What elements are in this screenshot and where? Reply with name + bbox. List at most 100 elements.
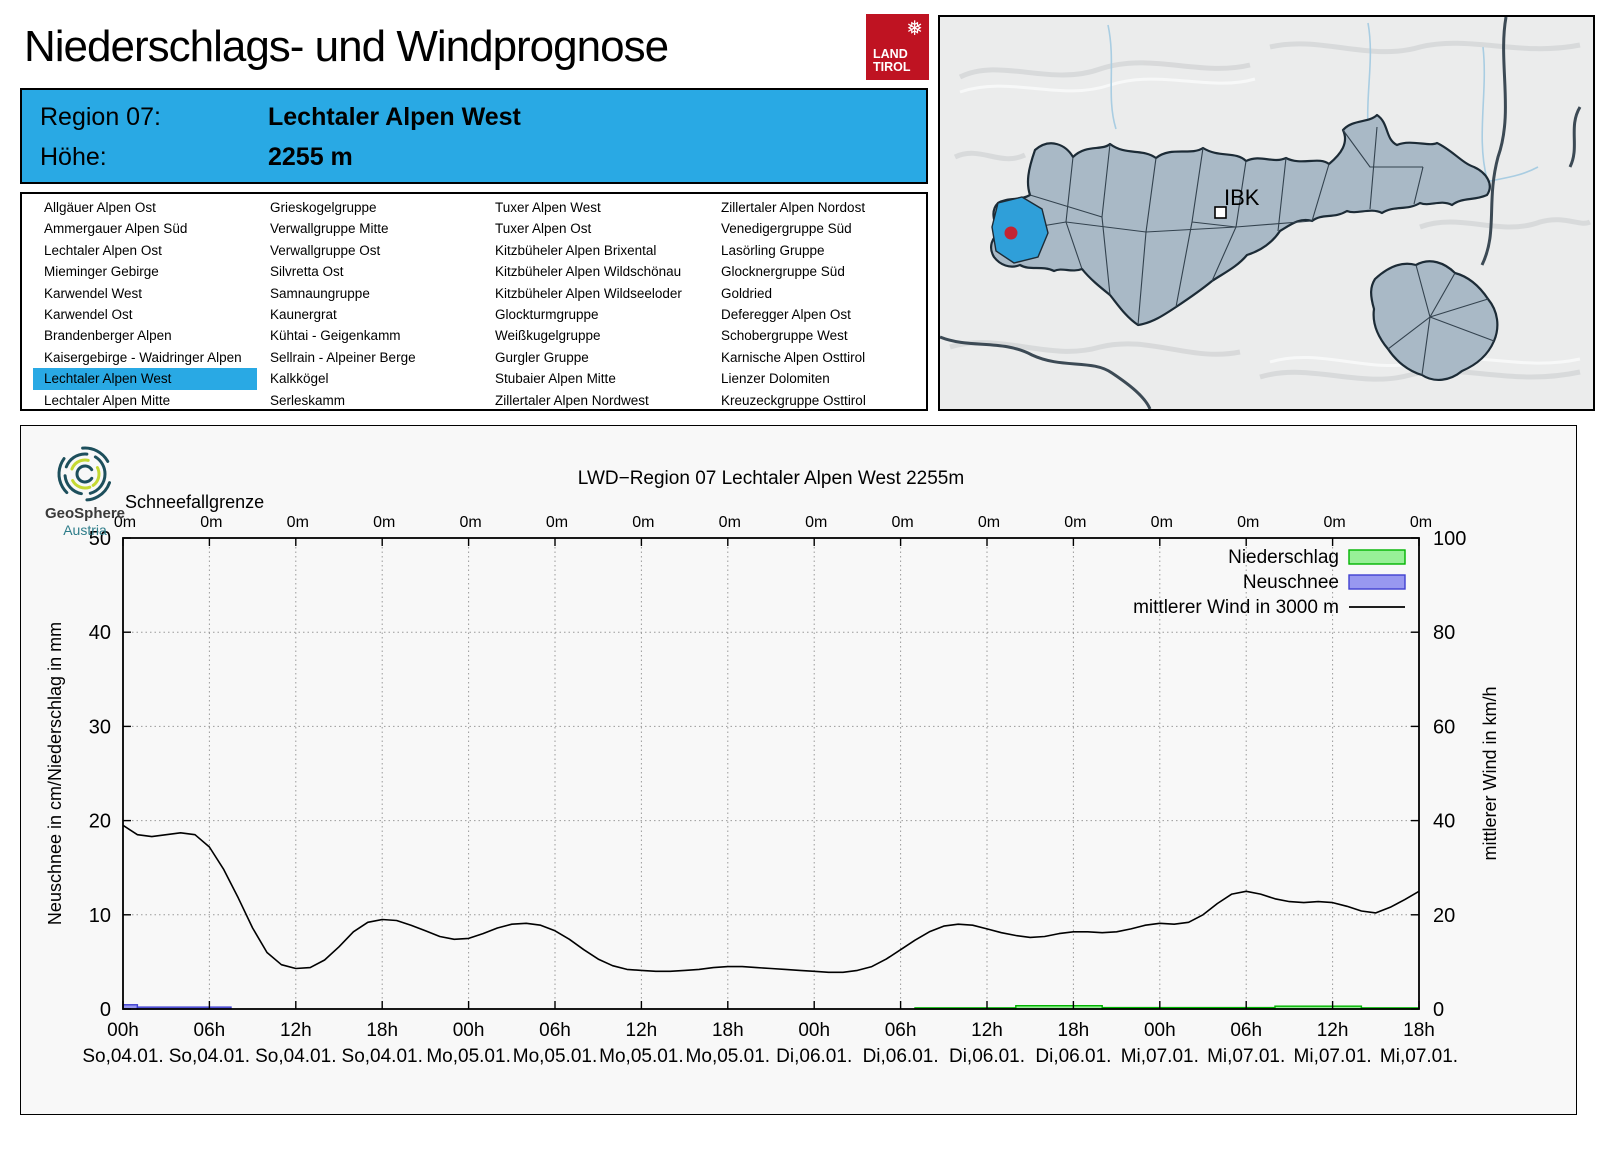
region-list-item[interactable]: Samnaungruppe — [259, 283, 483, 304]
x-date-label: Mo,05.01. — [599, 1046, 684, 1067]
region-list-item[interactable]: Allgäuer Alpen Ost — [33, 197, 257, 218]
snowline-tick-label: 0m — [373, 514, 395, 531]
region-list-item[interactable]: Kalkkögel — [259, 368, 483, 389]
altitude-label: Höhe: — [40, 143, 107, 171]
region-list-item[interactable]: Lienzer Dolomiten — [710, 368, 934, 389]
legend-swatch-niederschlag — [1348, 549, 1406, 565]
altitude-row: Höhe: 2255 m — [40, 143, 900, 172]
region-list-item[interactable]: Brandenberger Alpen — [33, 325, 257, 346]
snowline-tick-label: 0m — [287, 514, 309, 531]
region-list-item[interactable]: Tuxer Alpen West — [484, 197, 708, 218]
x-hour-label: 06h — [194, 1020, 226, 1041]
y-right-tick-label: 0 — [1433, 999, 1444, 1021]
region-list-column: Grieskogelgruppe Verwallgruppe Mitte Verwa… — [259, 197, 483, 411]
region-list-item-selected[interactable]: Lechtaler Alpen West — [33, 368, 257, 390]
region-list-item[interactable]: Karwendel West — [33, 283, 257, 304]
region-list-item[interactable]: Verwallgruppe Ost — [259, 240, 483, 261]
region-list-item[interactable]: Kaisergebirge - Waidringer Alpen — [33, 347, 257, 368]
x-date-label: Mo,05.01. — [426, 1046, 511, 1067]
land-tirol-logo-text: LAND TIROL — [873, 47, 911, 74]
snowline-tick-label: 0m — [805, 514, 827, 531]
snowline-tick-label: 0m — [891, 514, 913, 531]
y-right-tick-label: 20 — [1433, 905, 1455, 927]
forecast-chart: LWD−Region 07 Lechtaler Alpen West 2255m… — [45, 446, 1500, 1067]
chart-title: LWD−Region 07 Lechtaler Alpen West 2255m — [578, 468, 964, 489]
x-hour-label: 06h — [1230, 1020, 1262, 1041]
region-name: Lechtaler Alpen West — [268, 103, 521, 131]
region-list-item[interactable]: Verwallgruppe Mitte — [259, 218, 483, 239]
region-list-item[interactable]: Ammergauer Alpen Süd — [33, 218, 257, 239]
legend-swatch-neuschnee — [1348, 574, 1406, 590]
region-list-item[interactable]: Zillertaler Alpen Nordwest — [484, 390, 708, 411]
region-list-item[interactable]: Serleskamm — [259, 390, 483, 411]
region-list-item[interactable]: Schobergruppe West — [710, 325, 934, 346]
region-list-item[interactable]: Kitzbüheler Alpen Wildseeloder — [484, 283, 708, 304]
chart-legend: Niederschlag Neuschnee mittlerer Wind in 3… — [1133, 547, 1406, 618]
y-right-tick-label: 60 — [1433, 716, 1455, 738]
y-left-tick-label: 30 — [89, 716, 111, 738]
x-hour-label: 18h — [712, 1020, 744, 1041]
x-hour-label: 00h — [453, 1020, 485, 1041]
x-hour-label: 06h — [885, 1020, 917, 1041]
map-highlight-region[interactable] — [991, 196, 1049, 264]
region-list-item[interactable]: Weißkugelgruppe — [484, 325, 708, 346]
region-list-column: Allgäuer Alpen Ost Ammergauer Alpen Süd Le… — [33, 197, 257, 411]
x-hour-label: 00h — [798, 1020, 830, 1041]
region-list-item[interactable]: Gurgler Gruppe — [484, 347, 708, 368]
region-list-item[interactable]: Glocknergruppe Süd — [710, 261, 934, 282]
region-list-item[interactable]: Deferegger Alpen Ost — [710, 304, 934, 325]
region-list-item[interactable]: Lechtaler Alpen Ost — [33, 240, 257, 261]
x-hour-label: 12h — [626, 1020, 658, 1041]
snowline-tick-label: 0m — [1151, 514, 1173, 531]
wind-line — [122, 824, 1420, 974]
region-list-item[interactable]: Kitzbüheler Alpen Wildschönau — [484, 261, 708, 282]
map-region-marker — [1004, 226, 1018, 240]
y-right-axis-label: mittlerer Wind in km/h — [1480, 686, 1500, 860]
x-hour-label: 12h — [280, 1020, 312, 1041]
region-list-item[interactable]: Lasörling Gruppe — [710, 240, 934, 261]
region-info-box: Region 07: Lechtaler Alpen West Höhe: 22… — [20, 88, 928, 184]
snowline-tick-label: 0m — [978, 514, 1000, 531]
region-list-item[interactable]: Tuxer Alpen Ost — [484, 218, 708, 239]
forecast-page: Niederschlags- und Windprognose ❅ LAND T… — [0, 0, 1600, 1153]
x-date-label: Mo,05.01. — [513, 1046, 598, 1067]
x-date-label: Mi,07.01. — [1294, 1046, 1372, 1067]
region-list-item[interactable]: Kaunergrat — [259, 304, 483, 325]
region-list-item[interactable]: Zillertaler Alpen Nordost — [710, 197, 934, 218]
region-list-item[interactable]: Goldried — [710, 283, 934, 304]
x-hour-label: 18h — [1058, 1020, 1090, 1041]
region-list-item[interactable]: Karnische Alpen Osttirol — [710, 347, 934, 368]
snowline-tick-label: 0m — [632, 514, 654, 531]
forecast-chart-panel: LWD−Region 07 Lechtaler Alpen West 2255m… — [20, 425, 1577, 1115]
land-tirol-logo: ❅ LAND TIROL — [866, 14, 929, 80]
tirol-map: IBK — [938, 15, 1595, 411]
x-date-label: Di,06.01. — [1035, 1046, 1111, 1067]
region-list-item[interactable]: Silvretta Ost — [259, 261, 483, 282]
x-date-label: Mi,07.01. — [1207, 1046, 1285, 1067]
snowline-tick-label: 0m — [1237, 514, 1259, 531]
altitude-value: 2255 m — [268, 143, 353, 171]
x-date-label: So,04.01. — [82, 1046, 163, 1067]
region-list-item[interactable]: Glockturmgruppe — [484, 304, 708, 325]
legend-label: Neuschnee — [1243, 572, 1339, 593]
snowline-tick-label: 0m — [200, 514, 222, 531]
top-axis-label: Schneefallgrenze — [125, 492, 264, 512]
region-list-item[interactable]: Kitzbüheler Alpen Brixental — [484, 240, 708, 261]
y-left-axis-label: Neuschnee in cm/Niederschlag in mm — [45, 622, 65, 925]
region-list-item[interactable]: Lechtaler Alpen Mitte — [33, 390, 257, 411]
region-list-item[interactable]: Karwendel Ost — [33, 304, 257, 325]
region-list-item[interactable]: Sellrain - Alpeiner Berge — [259, 347, 483, 368]
legend-label: Niederschlag — [1228, 547, 1339, 568]
region-list-item[interactable]: Grieskogelgruppe — [259, 197, 483, 218]
region-list-item[interactable]: Mieminger Gebirge — [33, 261, 257, 282]
region-label: Region 07: — [40, 103, 161, 131]
x-hour-label: 06h — [539, 1020, 571, 1041]
region-list-item[interactable]: Venedigergruppe Süd — [710, 218, 934, 239]
x-hour-label: 18h — [366, 1020, 398, 1041]
x-hour-label: 18h — [1403, 1020, 1435, 1041]
snowline-tick-label: 0m — [1064, 514, 1086, 531]
region-list-item[interactable]: Kühtai - Geigenkamm — [259, 325, 483, 346]
snowline-tick-label: 0m — [1410, 514, 1432, 531]
region-list-item[interactable]: Stubaier Alpen Mitte — [484, 368, 708, 389]
region-list-item[interactable]: Kreuzeckgruppe Osttirol — [710, 390, 934, 411]
